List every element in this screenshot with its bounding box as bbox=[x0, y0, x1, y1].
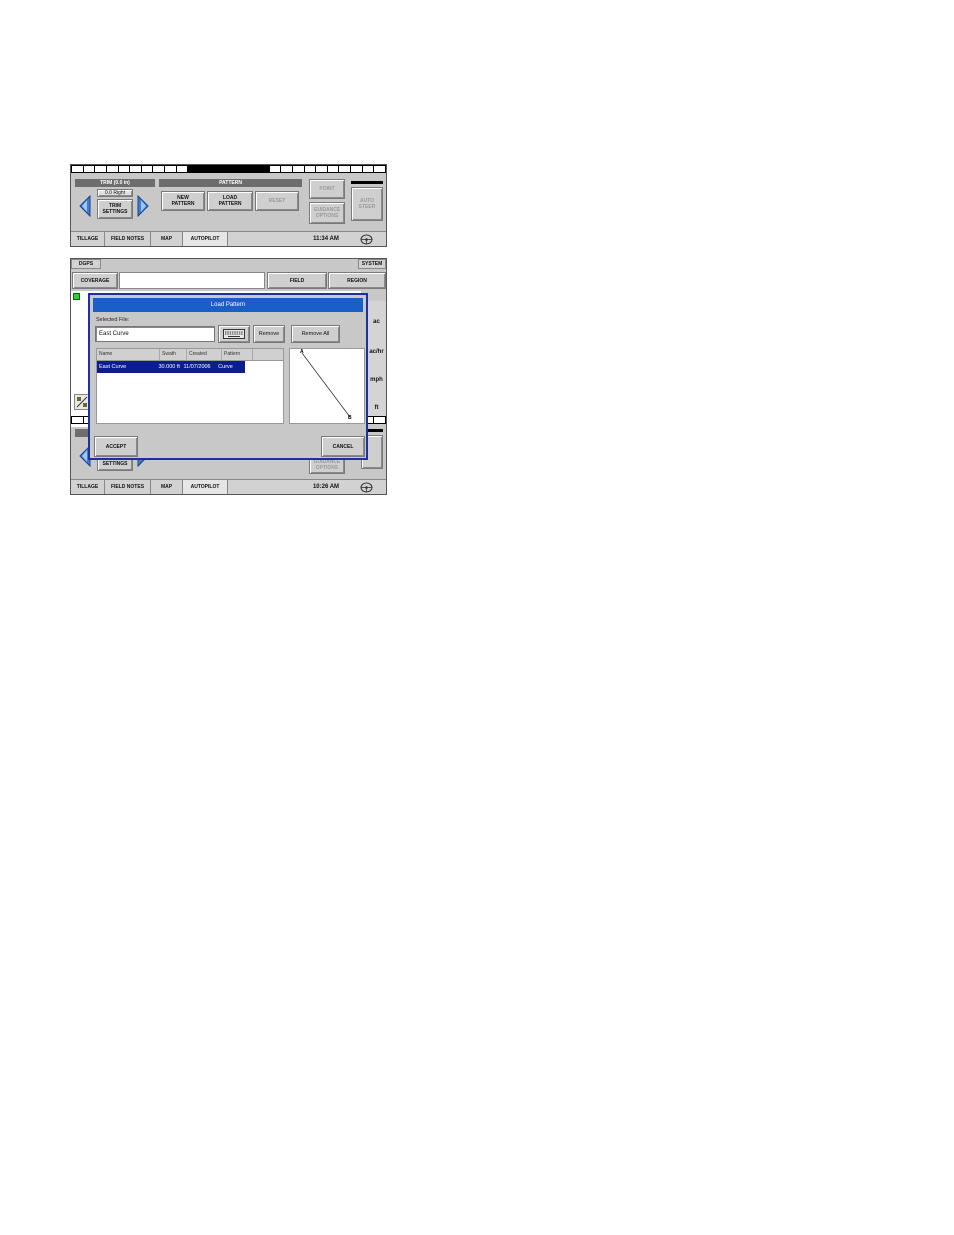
dgps-tab[interactable]: DGPS bbox=[71, 259, 101, 269]
column-created[interactable]: Created bbox=[187, 349, 222, 360]
list-header: Name Swath Created Pattern bbox=[97, 349, 283, 361]
new-pattern-button[interactable]: NEW PATTERN bbox=[161, 191, 205, 211]
tab-field-notes[interactable]: FIELD NOTES bbox=[105, 232, 151, 246]
system-tab[interactable]: SYSTEM bbox=[358, 259, 386, 269]
auto-steer-indicator bbox=[351, 181, 383, 184]
reset-button[interactable]: RESET bbox=[255, 191, 299, 211]
pattern-preview: A B bbox=[289, 348, 365, 424]
unit-ac-hr: ac/hr bbox=[369, 349, 384, 355]
keyboard-button[interactable] bbox=[218, 325, 250, 343]
keyboard-icon bbox=[223, 329, 245, 339]
tab-field-notes[interactable]: FIELD NOTES bbox=[105, 480, 151, 494]
coverage-button[interactable]: COVERAGE bbox=[72, 272, 118, 289]
column-name[interactable]: Name bbox=[97, 349, 160, 360]
column-pattern[interactable]: Pattern bbox=[222, 349, 253, 360]
cancel-button[interactable]: CANCEL bbox=[321, 436, 365, 457]
load-pattern-dialog: Load Pattern Selected File: East Curve R… bbox=[88, 293, 368, 460]
trim-settings-button[interactable]: TRIM SETTINGS bbox=[97, 199, 133, 219]
region-button[interactable]: REGION bbox=[328, 272, 386, 289]
tab-autopilot[interactable]: AUTOPILOT bbox=[183, 232, 228, 246]
selected-file-input[interactable]: East Curve bbox=[95, 326, 215, 342]
tab-tillage[interactable]: TILLAGE bbox=[71, 232, 105, 246]
coverage-field bbox=[119, 272, 265, 289]
steering-wheel-icon[interactable] bbox=[346, 232, 386, 246]
column-swath[interactable]: Swath bbox=[160, 349, 187, 360]
left-arrow-icon[interactable] bbox=[79, 194, 91, 218]
load-pattern-button[interactable]: LOAD PATTERN bbox=[207, 191, 253, 211]
right-arrow-icon[interactable] bbox=[137, 194, 149, 218]
field-button[interactable]: FIELD bbox=[267, 272, 327, 289]
screen-1: TRIM (0.0 in) 0.0 Right TRIM SETTINGS PA… bbox=[70, 164, 387, 247]
tab-bar-2: TILLAGE FIELD NOTES MAP AUTOPILOT 10:26 … bbox=[71, 479, 386, 494]
tab-map[interactable]: MAP bbox=[151, 232, 183, 246]
dialog-title-bar: Load Pattern bbox=[93, 298, 363, 312]
pattern-file-list[interactable]: Name Swath Created Pattern East Curve 30… bbox=[96, 348, 284, 424]
auto-steer-button[interactable]: AUTO STEER bbox=[351, 187, 383, 221]
status-bar bbox=[71, 165, 386, 173]
side-units-panel: ac ac/hr mph ft bbox=[365, 301, 386, 419]
tab-map[interactable]: MAP bbox=[151, 480, 183, 494]
tab-autopilot[interactable]: AUTOPILOT bbox=[183, 480, 228, 494]
pattern-header: PATTERN bbox=[159, 179, 302, 187]
unit-ft: ft bbox=[374, 405, 379, 411]
tab-spacer bbox=[228, 480, 306, 494]
selected-file-value: East Curve bbox=[99, 331, 129, 337]
point-button[interactable]: POINT bbox=[309, 179, 345, 199]
clock-time: 10:26 AM bbox=[312, 484, 340, 490]
row-swath: 30.000 ft bbox=[158, 364, 180, 370]
pattern-preview-line bbox=[301, 352, 351, 418]
row-pattern: Curve bbox=[218, 364, 233, 370]
selected-file-label: Selected File: bbox=[96, 317, 130, 323]
guidance-options-button[interactable]: GUIDANCE OPTIONS bbox=[309, 202, 345, 224]
dialog-title: Load Pattern bbox=[210, 302, 246, 308]
green-indicator bbox=[73, 293, 80, 300]
accept-button[interactable]: ACCEPT bbox=[94, 436, 138, 457]
remove-all-button[interactable]: Remove All bbox=[291, 325, 340, 343]
point-a-label: A bbox=[300, 349, 304, 355]
trim-value-display: 0.0 Right bbox=[97, 189, 133, 197]
unit-ac: ac bbox=[373, 319, 380, 325]
row-name: East Curve bbox=[99, 364, 127, 370]
row-created: 11/07/2006 bbox=[183, 364, 211, 370]
unit-mph: mph bbox=[370, 377, 383, 383]
clock-time: 11:34 AM bbox=[313, 236, 339, 242]
remove-button[interactable]: Remove bbox=[253, 325, 285, 343]
steering-wheel-icon[interactable] bbox=[346, 480, 386, 494]
tab-spacer bbox=[228, 232, 306, 246]
tab-bar: TILLAGE FIELD NOTES MAP AUTOPILOT 11:34 … bbox=[71, 231, 386, 246]
tab-tillage[interactable]: TILLAGE bbox=[71, 480, 105, 494]
table-row[interactable]: East Curve 30.000 ft 11/07/2006 Curve bbox=[97, 361, 245, 373]
point-b-label: B bbox=[348, 415, 352, 421]
trim-header: TRIM (0.0 in) bbox=[75, 179, 155, 187]
